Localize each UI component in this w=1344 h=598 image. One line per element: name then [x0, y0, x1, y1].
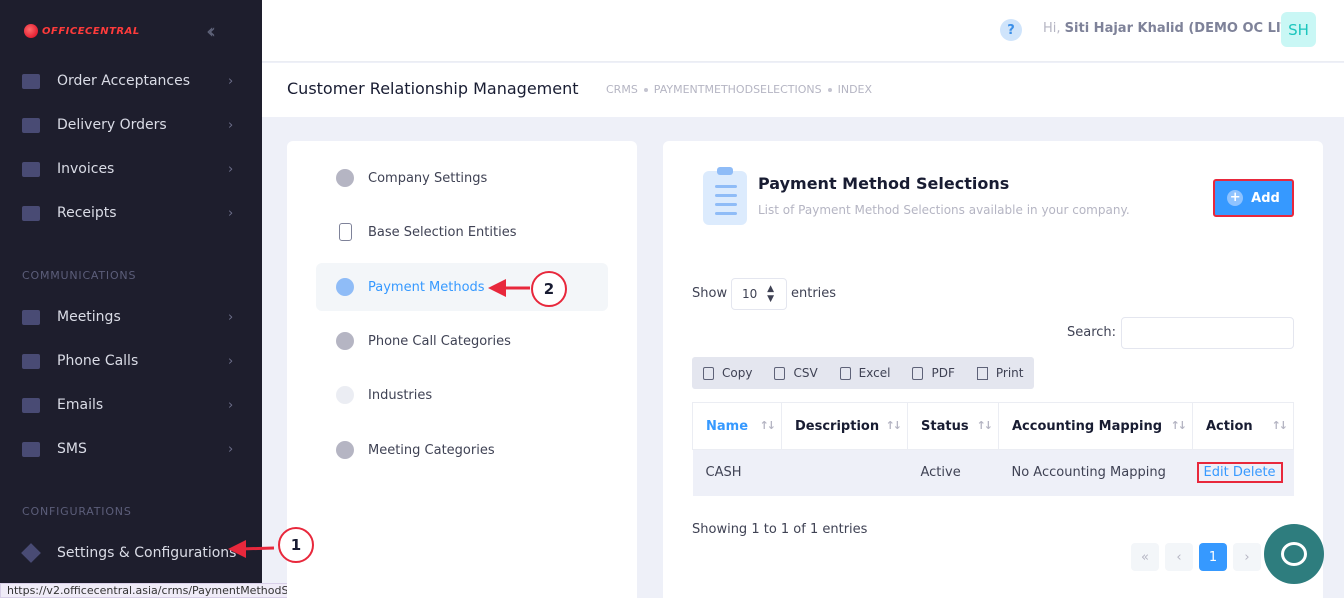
- annotation-arrow-2-head: [488, 279, 506, 297]
- annotation-badge-2: 2: [531, 271, 567, 307]
- annotation-arrow-1-head: [228, 540, 246, 558]
- annotation-overlay: [228, 279, 530, 558]
- annotation-badge-1: 1: [278, 527, 314, 563]
